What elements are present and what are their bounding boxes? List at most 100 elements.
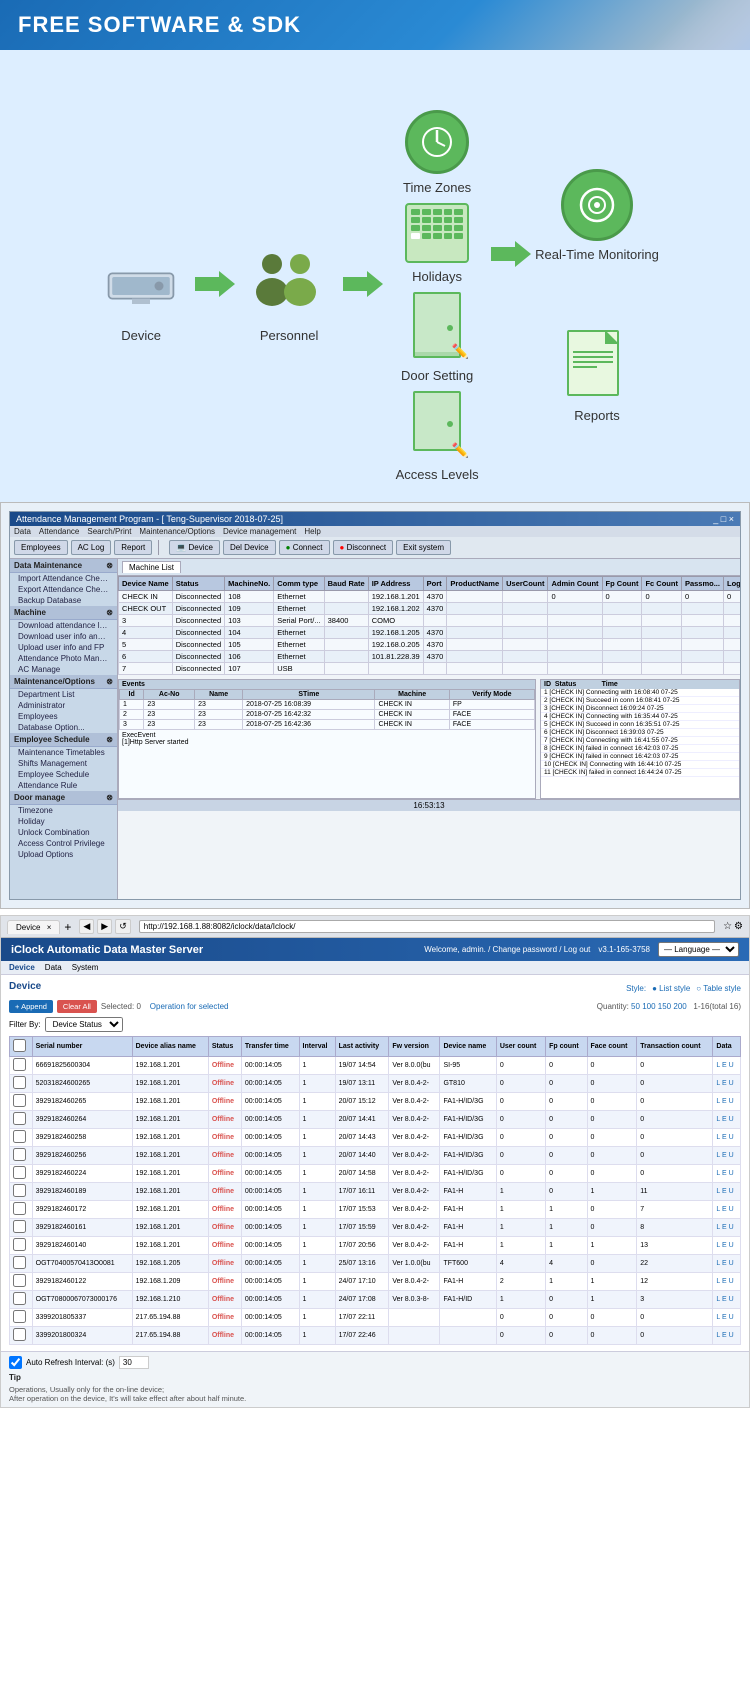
row-checkbox[interactable]: [13, 1094, 26, 1107]
row-checkbox[interactable]: [13, 1148, 26, 1161]
btn-device[interactable]: 💻 Device: [169, 540, 220, 555]
menu-help[interactable]: Help: [304, 527, 320, 536]
browser-tab[interactable]: Device ×: [7, 920, 60, 934]
data-link[interactable]: E: [722, 1080, 727, 1087]
forward-btn[interactable]: ▶: [97, 919, 112, 934]
row-checkbox[interactable]: [13, 1292, 26, 1305]
row-checkbox[interactable]: [13, 1328, 26, 1341]
nav-system[interactable]: System: [72, 963, 99, 972]
data-link[interactable]: E: [722, 1170, 727, 1177]
data-link[interactable]: L: [716, 1260, 720, 1267]
row-checkbox[interactable]: [13, 1274, 26, 1287]
data-link[interactable]: L: [716, 1188, 720, 1195]
filter-select[interactable]: Device Status: [45, 1017, 123, 1032]
data-link[interactable]: U: [729, 1332, 734, 1339]
data-link[interactable]: U: [729, 1296, 734, 1303]
row-checkbox[interactable]: [13, 1202, 26, 1215]
data-link[interactable]: L: [716, 1278, 720, 1285]
data-link[interactable]: E: [722, 1134, 727, 1141]
tab-report[interactable]: Report: [114, 540, 152, 555]
data-link[interactable]: E: [722, 1224, 727, 1231]
qty-opt-150[interactable]: 150: [658, 1002, 671, 1011]
sidebar-timezone[interactable]: Timezone: [10, 805, 117, 816]
data-link[interactable]: L: [716, 1296, 720, 1303]
data-link[interactable]: L: [716, 1134, 720, 1141]
append-btn[interactable]: + Append: [9, 1000, 53, 1013]
data-link[interactable]: E: [722, 1296, 727, 1303]
row-checkbox[interactable]: [13, 1166, 26, 1179]
menu-search[interactable]: Search/Print: [87, 527, 131, 536]
sidebar-access-ctrl[interactable]: Access Control Privilege: [10, 838, 117, 849]
data-link[interactable]: L: [716, 1062, 720, 1069]
data-link[interactable]: L: [716, 1314, 720, 1321]
data-link[interactable]: L: [716, 1080, 720, 1087]
data-link[interactable]: U: [729, 1152, 734, 1159]
row-checkbox[interactable]: [13, 1310, 26, 1323]
back-btn[interactable]: ◀: [79, 919, 94, 934]
menu-maintenance[interactable]: Maintenance/Options: [139, 527, 215, 536]
nav-device[interactable]: Device: [9, 963, 35, 972]
sidebar-dl-logs[interactable]: Download attendance logs: [10, 620, 117, 631]
btn-del-device[interactable]: Del Device: [223, 540, 276, 555]
data-link[interactable]: L: [716, 1224, 720, 1231]
data-link[interactable]: E: [722, 1206, 727, 1213]
data-link[interactable]: U: [729, 1260, 734, 1267]
sidebar-import[interactable]: Import Attendance Checking Data: [10, 573, 117, 584]
tab-employees[interactable]: Employees: [14, 540, 68, 555]
data-link[interactable]: L: [716, 1242, 720, 1249]
sidebar-timetables[interactable]: Maintenance Timetables: [10, 747, 117, 758]
new-tab-btn[interactable]: +: [64, 920, 71, 934]
table-style-btn[interactable]: ○ Table style: [696, 984, 741, 993]
data-link[interactable]: E: [722, 1062, 727, 1069]
data-link[interactable]: U: [729, 1080, 734, 1087]
sidebar-emp-sch[interactable]: Employee Schedule: [10, 769, 117, 780]
data-link[interactable]: L: [716, 1116, 720, 1123]
row-checkbox[interactable]: [13, 1220, 26, 1233]
sidebar-backup[interactable]: Backup Database: [10, 595, 117, 606]
list-style-btn[interactable]: ● List style: [652, 984, 690, 993]
data-link[interactable]: E: [722, 1242, 727, 1249]
row-checkbox[interactable]: [13, 1256, 26, 1269]
data-link[interactable]: E: [722, 1332, 727, 1339]
data-link[interactable]: L: [716, 1152, 720, 1159]
data-link[interactable]: U: [729, 1116, 734, 1123]
data-link[interactable]: E: [722, 1278, 727, 1285]
data-link[interactable]: L: [716, 1170, 720, 1177]
menu-device-mgmt[interactable]: Device management: [223, 527, 296, 536]
row-checkbox[interactable]: [13, 1076, 26, 1089]
qty-opt-100[interactable]: 100: [642, 1002, 655, 1011]
row-checkbox[interactable]: [13, 1238, 26, 1251]
sidebar-att-rule[interactable]: Attendance Rule: [10, 780, 117, 791]
data-link[interactable]: E: [722, 1098, 727, 1105]
row-checkbox[interactable]: [13, 1112, 26, 1125]
url-bar[interactable]: [139, 920, 715, 933]
row-checkbox[interactable]: [13, 1058, 26, 1071]
data-link[interactable]: U: [729, 1224, 734, 1231]
data-link[interactable]: E: [722, 1116, 727, 1123]
clear-all-btn[interactable]: Clear All: [57, 1000, 97, 1013]
data-link[interactable]: E: [722, 1152, 727, 1159]
sidebar-employees[interactable]: Employees: [10, 711, 117, 722]
data-link[interactable]: U: [729, 1098, 734, 1105]
sidebar-ac-manage[interactable]: AC Manage: [10, 664, 117, 675]
tab-aclog[interactable]: AC Log: [71, 540, 112, 555]
menu-attendance[interactable]: Attendance: [39, 527, 79, 536]
tab-close[interactable]: ×: [47, 923, 52, 932]
refresh-btn[interactable]: ↺: [115, 919, 131, 934]
data-link[interactable]: U: [729, 1206, 734, 1213]
qty-opt-50[interactable]: 50: [631, 1002, 640, 1011]
data-link[interactable]: U: [729, 1242, 734, 1249]
sidebar-shifts[interactable]: Shifts Management: [10, 758, 117, 769]
sidebar-dl-user[interactable]: Download user info and Fp: [10, 631, 117, 642]
sidebar-upload-opt[interactable]: Upload Options: [10, 849, 117, 860]
data-link[interactable]: U: [729, 1134, 734, 1141]
row-checkbox[interactable]: [13, 1184, 26, 1197]
settings-icon[interactable]: ⚙: [734, 921, 743, 932]
data-link[interactable]: L: [716, 1206, 720, 1213]
data-link[interactable]: U: [729, 1188, 734, 1195]
sidebar-upload-user[interactable]: Upload user info and FP: [10, 642, 117, 653]
qty-opt-200[interactable]: 200: [673, 1002, 686, 1011]
auto-refresh-checkbox[interactable]: [9, 1356, 22, 1369]
sidebar-admin[interactable]: Administrator: [10, 700, 117, 711]
menu-data[interactable]: Data: [14, 527, 31, 536]
